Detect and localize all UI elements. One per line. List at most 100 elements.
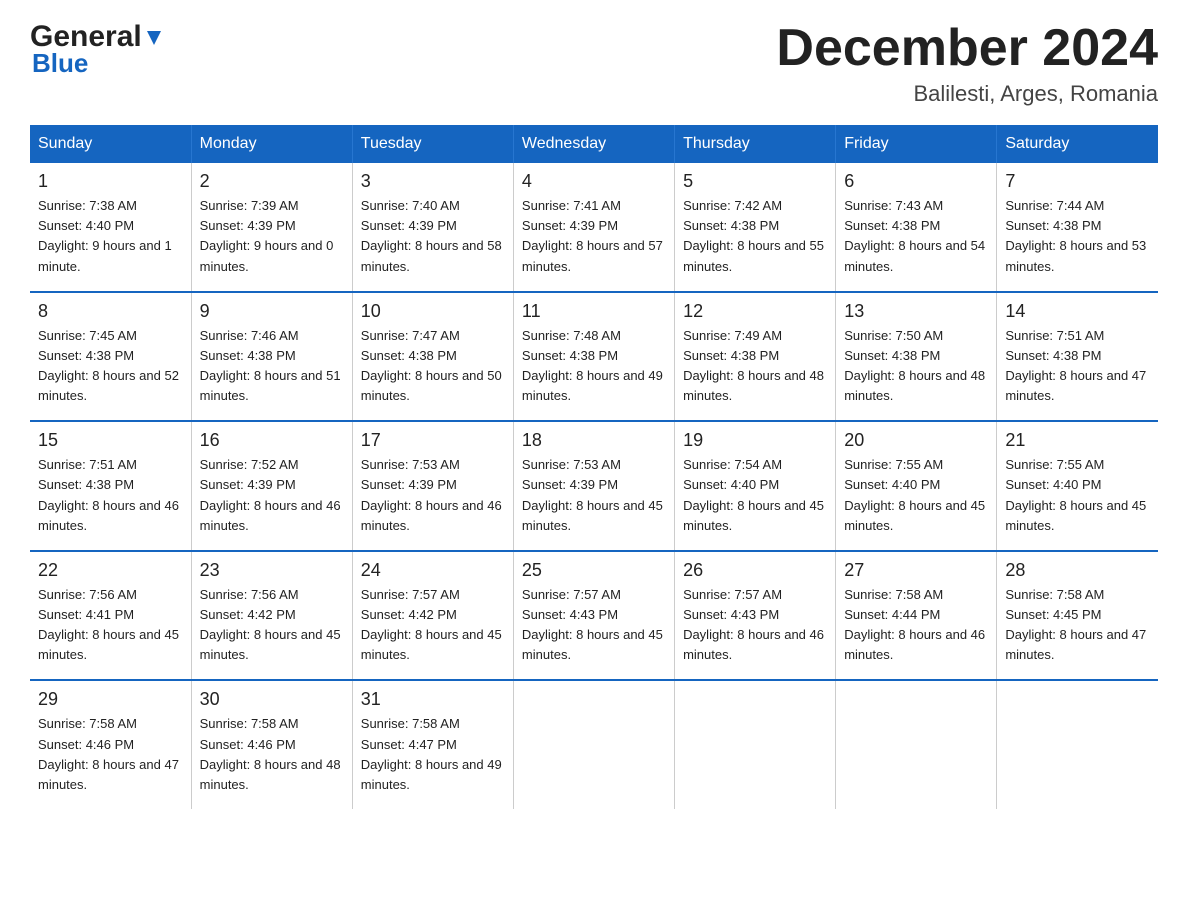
day-number: 14 xyxy=(1005,301,1150,322)
day-number: 20 xyxy=(844,430,988,451)
day-info: Sunrise: 7:53 AMSunset: 4:39 PMDaylight:… xyxy=(361,455,505,536)
day-number: 11 xyxy=(522,301,666,322)
logo: General Blue xyxy=(30,20,165,79)
day-number: 10 xyxy=(361,301,505,322)
day-info: Sunrise: 7:43 AMSunset: 4:38 PMDaylight:… xyxy=(844,196,988,277)
day-cell: 27 Sunrise: 7:58 AMSunset: 4:44 PMDaylig… xyxy=(836,551,997,681)
day-number: 7 xyxy=(1005,171,1150,192)
day-cell: 14 Sunrise: 7:51 AMSunset: 4:38 PMDaylig… xyxy=(997,292,1158,422)
day-info: Sunrise: 7:58 AMSunset: 4:45 PMDaylight:… xyxy=(1005,585,1150,666)
day-cell: 11 Sunrise: 7:48 AMSunset: 4:38 PMDaylig… xyxy=(513,292,674,422)
day-info: Sunrise: 7:39 AMSunset: 4:39 PMDaylight:… xyxy=(200,196,344,277)
week-row-2: 8 Sunrise: 7:45 AMSunset: 4:38 PMDayligh… xyxy=(30,292,1158,422)
day-cell: 19 Sunrise: 7:54 AMSunset: 4:40 PMDaylig… xyxy=(675,421,836,551)
day-number: 23 xyxy=(200,560,344,581)
logo-triangle-icon xyxy=(143,27,165,49)
day-number: 15 xyxy=(38,430,183,451)
day-info: Sunrise: 7:53 AMSunset: 4:39 PMDaylight:… xyxy=(522,455,666,536)
day-info: Sunrise: 7:45 AMSunset: 4:38 PMDaylight:… xyxy=(38,326,183,407)
week-row-4: 22 Sunrise: 7:56 AMSunset: 4:41 PMDaylig… xyxy=(30,551,1158,681)
day-info: Sunrise: 7:46 AMSunset: 4:38 PMDaylight:… xyxy=(200,326,344,407)
day-cell: 12 Sunrise: 7:49 AMSunset: 4:38 PMDaylig… xyxy=(675,292,836,422)
day-info: Sunrise: 7:58 AMSunset: 4:46 PMDaylight:… xyxy=(38,714,183,795)
page-title: December 2024 xyxy=(776,20,1158,77)
day-number: 5 xyxy=(683,171,827,192)
day-number: 27 xyxy=(844,560,988,581)
header-wednesday: Wednesday xyxy=(513,125,674,163)
day-info: Sunrise: 7:58 AMSunset: 4:47 PMDaylight:… xyxy=(361,714,505,795)
day-info: Sunrise: 7:57 AMSunset: 4:43 PMDaylight:… xyxy=(522,585,666,666)
day-info: Sunrise: 7:41 AMSunset: 4:39 PMDaylight:… xyxy=(522,196,666,277)
header-sunday: Sunday xyxy=(30,125,191,163)
day-cell: 22 Sunrise: 7:56 AMSunset: 4:41 PMDaylig… xyxy=(30,551,191,681)
day-number: 9 xyxy=(200,301,344,322)
day-cell: 26 Sunrise: 7:57 AMSunset: 4:43 PMDaylig… xyxy=(675,551,836,681)
day-number: 31 xyxy=(361,689,505,710)
day-info: Sunrise: 7:38 AMSunset: 4:40 PMDaylight:… xyxy=(38,196,183,277)
day-cell: 10 Sunrise: 7:47 AMSunset: 4:38 PMDaylig… xyxy=(352,292,513,422)
day-info: Sunrise: 7:48 AMSunset: 4:38 PMDaylight:… xyxy=(522,326,666,407)
day-cell xyxy=(997,680,1158,809)
day-cell: 4 Sunrise: 7:41 AMSunset: 4:39 PMDayligh… xyxy=(513,163,674,292)
day-number: 29 xyxy=(38,689,183,710)
day-info: Sunrise: 7:44 AMSunset: 4:38 PMDaylight:… xyxy=(1005,196,1150,277)
day-number: 26 xyxy=(683,560,827,581)
day-number: 19 xyxy=(683,430,827,451)
day-cell: 8 Sunrise: 7:45 AMSunset: 4:38 PMDayligh… xyxy=(30,292,191,422)
day-number: 18 xyxy=(522,430,666,451)
day-info: Sunrise: 7:49 AMSunset: 4:38 PMDaylight:… xyxy=(683,326,827,407)
day-cell xyxy=(675,680,836,809)
day-info: Sunrise: 7:58 AMSunset: 4:46 PMDaylight:… xyxy=(200,714,344,795)
day-cell: 13 Sunrise: 7:50 AMSunset: 4:38 PMDaylig… xyxy=(836,292,997,422)
day-number: 4 xyxy=(522,171,666,192)
day-cell: 20 Sunrise: 7:55 AMSunset: 4:40 PMDaylig… xyxy=(836,421,997,551)
day-cell: 28 Sunrise: 7:58 AMSunset: 4:45 PMDaylig… xyxy=(997,551,1158,681)
title-area: December 2024 Balilesti, Arges, Romania xyxy=(776,20,1158,107)
calendar-table: SundayMondayTuesdayWednesdayThursdayFrid… xyxy=(30,125,1158,809)
day-info: Sunrise: 7:42 AMSunset: 4:38 PMDaylight:… xyxy=(683,196,827,277)
day-number: 3 xyxy=(361,171,505,192)
day-number: 1 xyxy=(38,171,183,192)
logo-blue-text: Blue xyxy=(32,48,88,79)
day-number: 2 xyxy=(200,171,344,192)
day-cell: 17 Sunrise: 7:53 AMSunset: 4:39 PMDaylig… xyxy=(352,421,513,551)
day-cell: 7 Sunrise: 7:44 AMSunset: 4:38 PMDayligh… xyxy=(997,163,1158,292)
day-info: Sunrise: 7:40 AMSunset: 4:39 PMDaylight:… xyxy=(361,196,505,277)
day-number: 25 xyxy=(522,560,666,581)
week-row-3: 15 Sunrise: 7:51 AMSunset: 4:38 PMDaylig… xyxy=(30,421,1158,551)
day-number: 21 xyxy=(1005,430,1150,451)
day-info: Sunrise: 7:56 AMSunset: 4:41 PMDaylight:… xyxy=(38,585,183,666)
day-number: 22 xyxy=(38,560,183,581)
day-cell: 25 Sunrise: 7:57 AMSunset: 4:43 PMDaylig… xyxy=(513,551,674,681)
day-cell: 21 Sunrise: 7:55 AMSunset: 4:40 PMDaylig… xyxy=(997,421,1158,551)
day-number: 28 xyxy=(1005,560,1150,581)
week-row-5: 29 Sunrise: 7:58 AMSunset: 4:46 PMDaylig… xyxy=(30,680,1158,809)
week-row-1: 1 Sunrise: 7:38 AMSunset: 4:40 PMDayligh… xyxy=(30,163,1158,292)
day-info: Sunrise: 7:55 AMSunset: 4:40 PMDaylight:… xyxy=(1005,455,1150,536)
day-cell: 6 Sunrise: 7:43 AMSunset: 4:38 PMDayligh… xyxy=(836,163,997,292)
day-info: Sunrise: 7:57 AMSunset: 4:43 PMDaylight:… xyxy=(683,585,827,666)
day-number: 24 xyxy=(361,560,505,581)
day-cell: 3 Sunrise: 7:40 AMSunset: 4:39 PMDayligh… xyxy=(352,163,513,292)
day-cell: 30 Sunrise: 7:58 AMSunset: 4:46 PMDaylig… xyxy=(191,680,352,809)
day-number: 13 xyxy=(844,301,988,322)
day-number: 8 xyxy=(38,301,183,322)
day-info: Sunrise: 7:51 AMSunset: 4:38 PMDaylight:… xyxy=(1005,326,1150,407)
day-cell: 2 Sunrise: 7:39 AMSunset: 4:39 PMDayligh… xyxy=(191,163,352,292)
page-header: General Blue December 2024 Balilesti, Ar… xyxy=(30,20,1158,107)
day-cell: 24 Sunrise: 7:57 AMSunset: 4:42 PMDaylig… xyxy=(352,551,513,681)
header-thursday: Thursday xyxy=(675,125,836,163)
day-info: Sunrise: 7:57 AMSunset: 4:42 PMDaylight:… xyxy=(361,585,505,666)
header-saturday: Saturday xyxy=(997,125,1158,163)
day-cell xyxy=(513,680,674,809)
day-cell: 29 Sunrise: 7:58 AMSunset: 4:46 PMDaylig… xyxy=(30,680,191,809)
day-info: Sunrise: 7:47 AMSunset: 4:38 PMDaylight:… xyxy=(361,326,505,407)
day-cell: 5 Sunrise: 7:42 AMSunset: 4:38 PMDayligh… xyxy=(675,163,836,292)
day-cell: 9 Sunrise: 7:46 AMSunset: 4:38 PMDayligh… xyxy=(191,292,352,422)
day-cell: 31 Sunrise: 7:58 AMSunset: 4:47 PMDaylig… xyxy=(352,680,513,809)
day-cell: 23 Sunrise: 7:56 AMSunset: 4:42 PMDaylig… xyxy=(191,551,352,681)
header-monday: Monday xyxy=(191,125,352,163)
day-info: Sunrise: 7:52 AMSunset: 4:39 PMDaylight:… xyxy=(200,455,344,536)
day-number: 16 xyxy=(200,430,344,451)
day-info: Sunrise: 7:50 AMSunset: 4:38 PMDaylight:… xyxy=(844,326,988,407)
